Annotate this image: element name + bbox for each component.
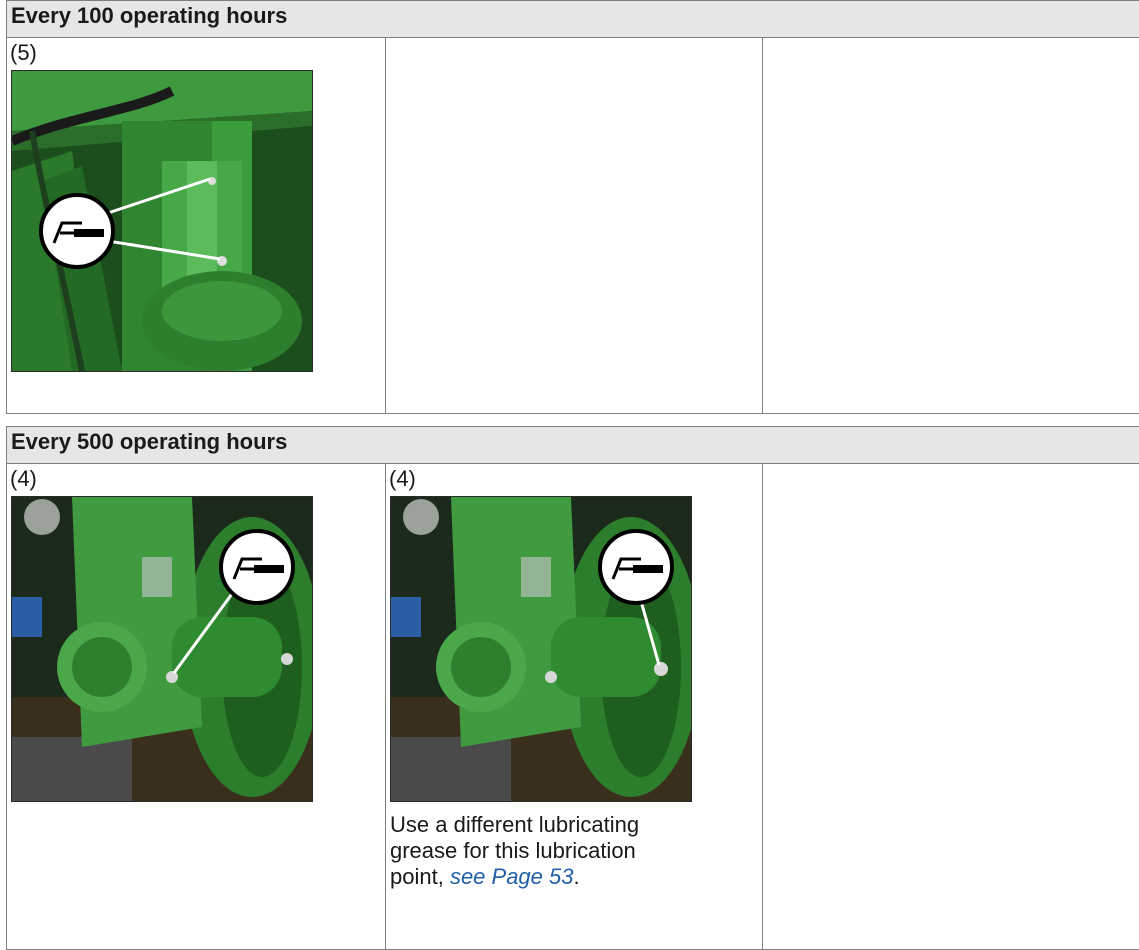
note-end: .	[573, 864, 579, 889]
empty-cell	[763, 464, 1139, 950]
lubrication-point-count: (5)	[7, 38, 385, 70]
lubrication-point-cell: (4)	[386, 464, 763, 950]
empty-cell	[386, 38, 763, 414]
lubrication-photo-cylinder	[11, 70, 313, 372]
lubrication-point-count: (4)	[7, 464, 385, 496]
page-reference-link[interactable]: see Page 53	[450, 864, 574, 889]
lubrication-point-cell: (5)	[7, 38, 386, 414]
schedule-table-100h: Every 100 operating hours (5)	[6, 0, 1139, 414]
lubrication-photo-bearing-right	[390, 496, 692, 802]
lubrication-note: Use a different lubricating grease for t…	[390, 812, 690, 890]
lubrication-photo-bearing-left	[11, 496, 313, 802]
section-heading-500h: Every 500 operating hours	[7, 427, 1139, 464]
empty-cell	[763, 38, 1139, 414]
section-heading-100h: Every 100 operating hours	[7, 1, 1139, 38]
lubrication-point-count: (4)	[386, 464, 762, 496]
schedule-table-500h: Every 500 operating hours (4)	[6, 426, 1139, 950]
lubrication-point-cell: (4)	[7, 464, 386, 950]
